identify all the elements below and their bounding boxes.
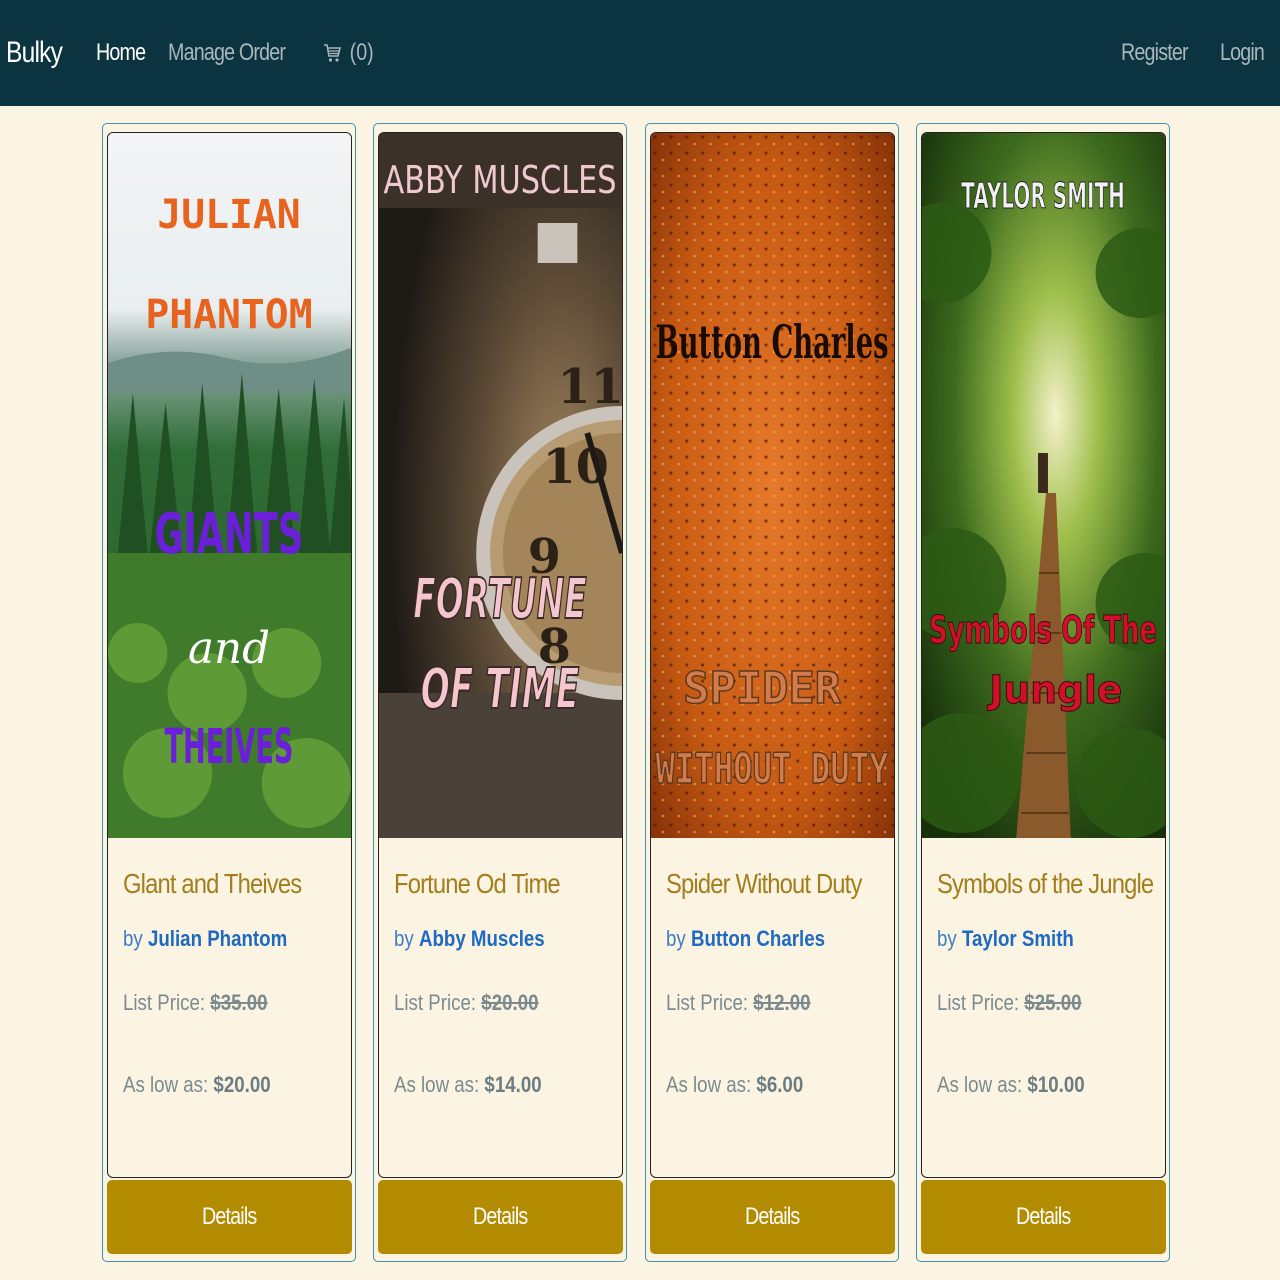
list-price: List Price: $25.00 <box>937 990 1124 1016</box>
product-card-body: TAYLOR SMITH Symbols Of The Jungle Symbo… <box>921 132 1166 1178</box>
product-info: Symbols of the Jungle by Taylor Smith Li… <box>937 868 1157 1098</box>
cover-author-line1: Button Charles <box>655 315 888 369</box>
nav-left: Bulky Home Manage Order (0) <box>6 36 376 70</box>
low-price-label: As low as: <box>937 1072 1023 1097</box>
cover-title-line2: OF TIME <box>421 657 580 722</box>
details-button[interactable]: Details <box>107 1180 352 1254</box>
list-price-label: List Price: <box>394 990 477 1015</box>
cart-icon <box>324 44 342 62</box>
details-label: Details <box>473 1203 528 1230</box>
nav-cart[interactable]: (0) <box>323 39 376 67</box>
book-cover-image[interactable]: TAYLOR SMITH Symbols Of The Jungle <box>922 133 1165 838</box>
product-card-body: Button Charles SPIDER WITHOUT DUTY Spide… <box>650 132 895 1178</box>
product-info: Spider Without Duty by Button Charles Li… <box>666 868 886 1098</box>
cover-title-line2: WITHOUT DUTY <box>655 744 889 793</box>
low-price: As low as: $20.00 <box>123 1072 310 1098</box>
low-price-value: $20.00 <box>213 1072 271 1097</box>
low-price-value: $6.00 <box>756 1072 804 1097</box>
by-label: by <box>394 926 414 951</box>
details-button[interactable]: Details <box>921 1180 1166 1254</box>
by-label: by <box>937 926 957 951</box>
author-name: Button Charles <box>690 926 826 951</box>
list-price-label: List Price: <box>666 990 749 1015</box>
list-price-value: $12.00 <box>753 990 811 1015</box>
list-price-label: List Price: <box>123 990 206 1015</box>
list-price-value: $20.00 <box>481 990 539 1015</box>
book-cover-image[interactable]: Button Charles SPIDER WITHOUT DUTY <box>651 133 894 838</box>
cover-title-line1: SPIDER <box>683 663 841 714</box>
details-button[interactable]: Details <box>650 1180 895 1254</box>
cover-title-line1: FORTUNE <box>413 567 587 632</box>
list-price-value: $35.00 <box>210 990 268 1015</box>
cart-count: (0) <box>349 39 374 66</box>
cover-title-line2: Jungle <box>986 668 1122 712</box>
list-price: List Price: $20.00 <box>394 990 581 1016</box>
cover-author-line1: TAYLOR SMITH <box>961 176 1125 217</box>
product-author: by Taylor Smith <box>937 926 1124 952</box>
product-title: Spider Without Duty <box>666 868 862 899</box>
nav-manage-order[interactable]: Manage Order <box>168 39 286 67</box>
list-price: List Price: $35.00 <box>123 990 310 1016</box>
product-card: 11 10 9 8 ABBY MUSCLES FORTUNE OF TIME Fort… <box>373 123 627 1262</box>
product-title: Fortune Od Time <box>394 868 561 899</box>
author-name: Julian Phantom <box>147 926 288 951</box>
cover-title-line3: THEIVES <box>165 720 294 775</box>
list-price-label: List Price: <box>937 990 1020 1015</box>
author-name: Abby Muscles <box>418 926 545 951</box>
product-card: Button Charles SPIDER WITHOUT DUTY Spide… <box>645 123 899 1262</box>
book-cover-image[interactable]: JULIAN PHANTOM GIANTS and THEIVES <box>108 133 351 838</box>
low-price-value: $10.00 <box>1027 1072 1085 1097</box>
product-card: JULIAN PHANTOM GIANTS and THEIVES Glant … <box>102 123 356 1262</box>
list-price-value: $25.00 <box>1024 990 1082 1015</box>
cover-author-line1: ABBY MUSCLES <box>383 158 616 202</box>
cover-title-line1: GIANTS <box>155 502 304 567</box>
svg-text:11: 11 <box>558 359 622 415</box>
product-author: by Abby Muscles <box>394 926 581 952</box>
nav-register[interactable]: Register <box>1121 39 1189 67</box>
nav-right: Register Login <box>1121 39 1274 67</box>
cover-author-line1: JULIAN <box>157 192 300 238</box>
list-price: List Price: $12.00 <box>666 990 853 1016</box>
product-author: by Button Charles <box>666 926 853 952</box>
product-info: Fortune Od Time by Abby Muscles List Pri… <box>394 868 614 1098</box>
details-label: Details <box>745 1203 800 1230</box>
product-card-body: JULIAN PHANTOM GIANTS and THEIVES Glant … <box>107 132 352 1178</box>
book-cover-image[interactable]: 11 10 9 8 ABBY MUSCLES FORTUNE OF TIME <box>379 133 622 838</box>
low-price-label: As low as: <box>666 1072 752 1097</box>
product-title: Glant and Theives <box>123 868 302 899</box>
by-label: by <box>123 926 143 951</box>
product-author: by Julian Phantom <box>123 926 310 952</box>
navbar: Bulky Home Manage Order (0) Register Log… <box>0 0 1280 106</box>
product-title: Symbols of the Jungle <box>937 868 1154 899</box>
low-price-label: As low as: <box>394 1072 480 1097</box>
author-name: Taylor Smith <box>961 926 1074 951</box>
low-price-label: As low as: <box>123 1072 209 1097</box>
details-button[interactable]: Details <box>378 1180 623 1254</box>
low-price-value: $14.00 <box>484 1072 542 1097</box>
nav-home[interactable]: Home <box>96 39 146 67</box>
brand-link[interactable]: Bulky <box>6 36 63 70</box>
low-price: As low as: $14.00 <box>394 1072 581 1098</box>
low-price: As low as: $10.00 <box>937 1072 1124 1098</box>
product-info: Glant and Theives by Julian Phantom List… <box>123 868 343 1098</box>
details-label: Details <box>202 1203 257 1230</box>
details-label: Details <box>1016 1203 1071 1230</box>
cover-author-line2: PHANTOM <box>145 292 312 338</box>
product-card-body: 11 10 9 8 ABBY MUSCLES FORTUNE OF TIME Fort… <box>378 132 623 1178</box>
low-price: As low as: $6.00 <box>666 1072 853 1098</box>
product-card: TAYLOR SMITH Symbols Of The Jungle Symbo… <box>916 123 1170 1262</box>
cover-title-line2: and <box>188 623 270 674</box>
nav-login[interactable]: Login <box>1220 39 1265 67</box>
by-label: by <box>666 926 686 951</box>
cover-title-line1: Symbols Of The <box>929 608 1157 652</box>
